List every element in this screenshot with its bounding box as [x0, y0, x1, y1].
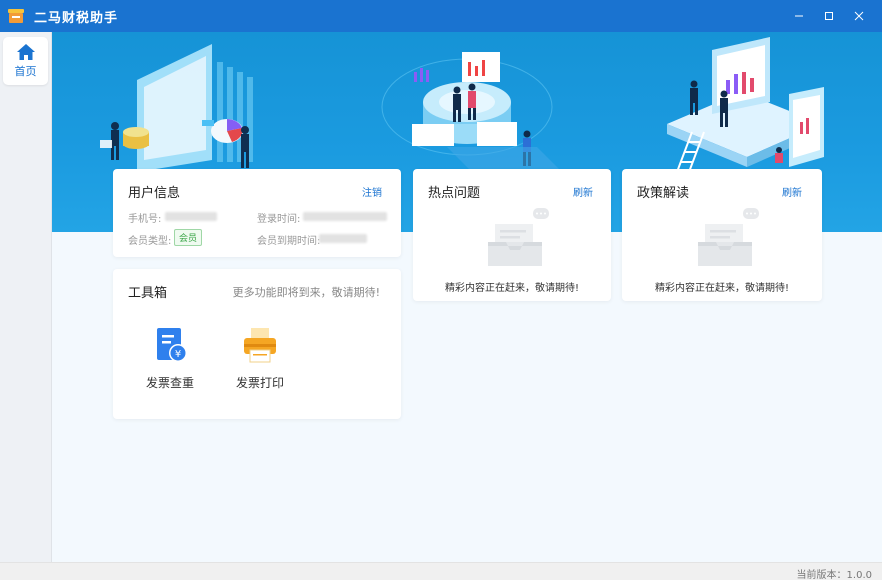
member-type-label: 会员类型: [128, 236, 172, 247]
hot-issues-refresh-link[interactable]: 刷新 [573, 184, 593, 199]
svg-text:¥: ¥ [175, 349, 181, 360]
status-bar: 当前版本：1.0.0 [0, 562, 882, 580]
member-type-badge: 会员 [174, 229, 203, 246]
policy-title: 政策解读 [637, 186, 690, 201]
phone-value-redacted [165, 212, 217, 221]
toolbox-subtitle: 更多功能即将到来，敬请期待! [232, 286, 380, 299]
invoice-print-label: 发票打印 [235, 376, 284, 390]
empty-inbox-icon [698, 208, 759, 266]
login-time-value-redacted [303, 212, 387, 221]
close-button[interactable] [844, 4, 874, 28]
home-icon [16, 44, 35, 60]
window-controls [784, 0, 874, 32]
title-bar: 二马财税助手 [0, 0, 882, 32]
app-title: 二马财税助手 [34, 10, 119, 26]
toolbox-card: 工具箱 更多功能即将到来，敬请期待! ¥ 发票查重 发票打印 [113, 269, 401, 419]
phone-label: 手机号: [128, 214, 162, 225]
user-info-card: 用户信息 注销 手机号: 登录时间: 会员类型: 会员 会员到期时间: [113, 169, 401, 257]
login-time-label: 登录时间: [257, 214, 301, 225]
toolbox-title: 工具箱 [128, 286, 168, 301]
minimize-icon [795, 15, 803, 17]
hot-issues-card: 热点问题 刷新 精彩内容正在赶来，敬请期待! [413, 169, 611, 301]
app-logo-icon [7, 7, 25, 25]
maximize-button[interactable] [814, 4, 844, 28]
hot-issues-title: 热点问题 [428, 186, 481, 201]
printer-icon [244, 328, 276, 363]
main-content: 用户信息 注销 手机号: 登录时间: 会员类型: 会员 会员到期时间: 工具箱 … [52, 32, 882, 562]
version-text: 当前版本：1.0.0 [796, 570, 872, 580]
minimize-button[interactable] [784, 4, 814, 28]
hot-issues-empty-text: 精彩内容正在赶来，敬请期待! [444, 283, 579, 294]
user-info-title: 用户信息 [128, 186, 181, 201]
invoice-check-button[interactable]: ¥ 发票查重 [135, 325, 205, 391]
sidebar: 首页 [0, 32, 52, 562]
policy-empty-text: 精彩内容正在赶来，敬请期待! [654, 283, 789, 294]
invoice-check-label: 发票查重 [145, 376, 194, 390]
sidebar-item-home[interactable]: 首页 [3, 37, 48, 85]
invoice-print-button[interactable]: 发票打印 [225, 325, 295, 391]
close-icon [854, 11, 864, 21]
policy-refresh-link[interactable]: 刷新 [782, 184, 802, 199]
maximize-icon [825, 12, 833, 20]
invoice-check-icon: ¥ [157, 328, 187, 362]
member-expiry-label: 会员到期时间: [257, 236, 321, 247]
policy-card: 政策解读 刷新 精彩内容正在赶来，敬请期待! [622, 169, 822, 301]
empty-inbox-icon [488, 208, 549, 266]
sidebar-item-label: 首页 [14, 65, 37, 78]
logout-link[interactable]: 注销 [362, 184, 382, 199]
member-expiry-value-redacted [319, 234, 367, 243]
